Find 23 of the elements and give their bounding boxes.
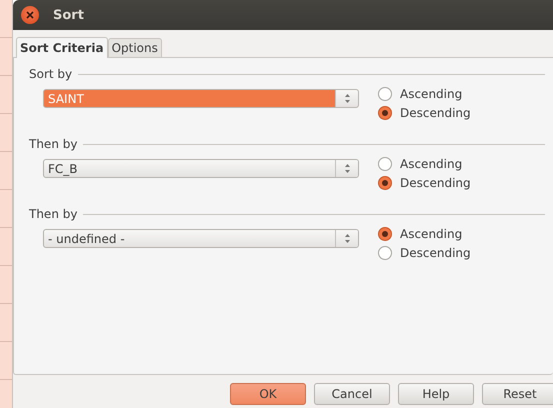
tab[interactable]: Sort Criteria bbox=[16, 37, 108, 58]
order-radio[interactable]: Descending bbox=[378, 106, 471, 120]
close-button[interactable] bbox=[21, 6, 39, 24]
order-radio[interactable]: Descending bbox=[378, 246, 471, 260]
dialog-button[interactable]: Cancel bbox=[314, 383, 390, 405]
close-icon bbox=[26, 11, 34, 19]
sort-key-dropdown[interactable]: FC_B bbox=[43, 159, 359, 178]
spinner-arrows-icon bbox=[344, 233, 350, 244]
window-title: Sort bbox=[53, 8, 84, 22]
order-radio[interactable]: Ascending bbox=[378, 157, 471, 171]
order-radio[interactable]: Ascending bbox=[378, 227, 471, 241]
order-radio[interactable]: Descending bbox=[378, 176, 471, 190]
dialog-button[interactable]: OK bbox=[230, 383, 306, 405]
sort-key-dropdown[interactable]: - undefined - bbox=[43, 229, 359, 248]
spinner-arrows-icon bbox=[344, 93, 350, 104]
order-radio[interactable]: Ascending bbox=[378, 87, 471, 101]
group-label: Then by bbox=[29, 137, 78, 151]
group-label: Then by bbox=[29, 207, 78, 221]
dialog-button[interactable]: Reset bbox=[482, 383, 553, 405]
tab[interactable]: Options bbox=[108, 38, 162, 57]
spinner-arrows-icon bbox=[344, 163, 350, 174]
group-label: Sort by bbox=[29, 67, 72, 81]
dialog-button[interactable]: Help bbox=[398, 383, 474, 405]
